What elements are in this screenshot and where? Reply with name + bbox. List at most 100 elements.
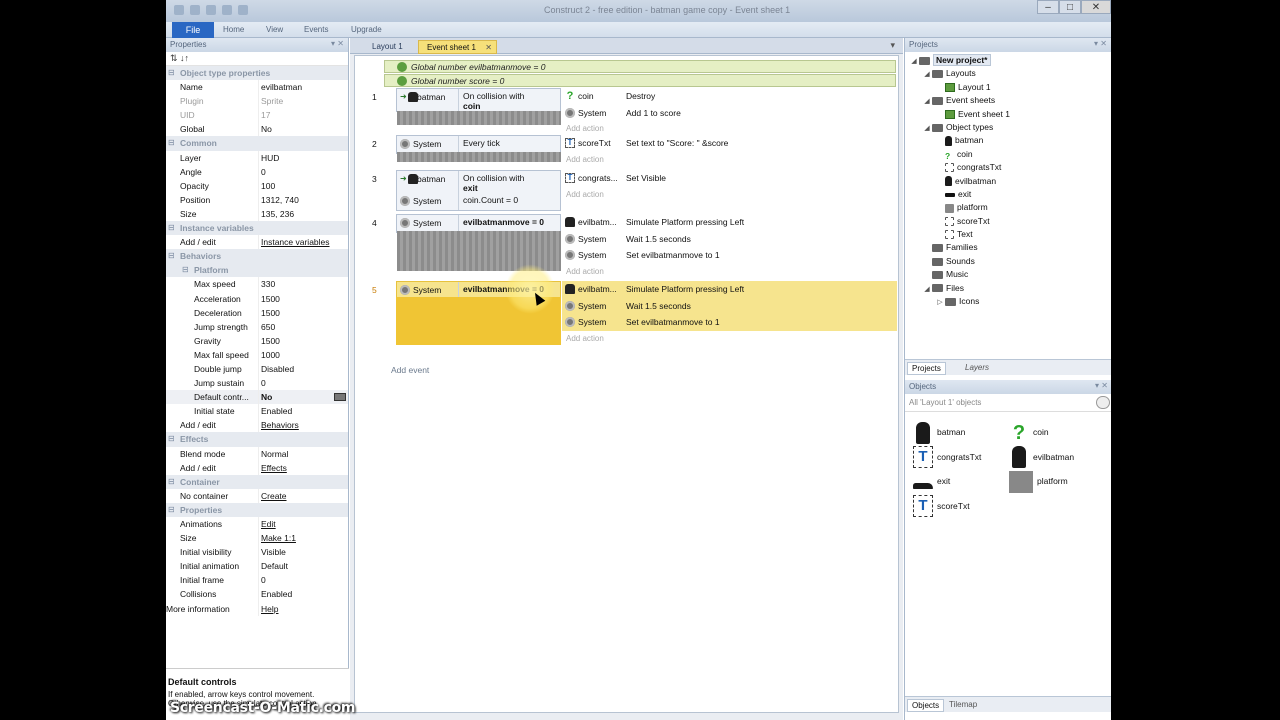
project-tree-item[interactable]: ◢ Layouts	[909, 67, 1109, 80]
action-row[interactable]: System Set evilbatmanmove to 1	[562, 314, 897, 331]
property-row[interactable]: ⊟ Effects	[166, 432, 348, 447]
property-row[interactable]: Double jump Disabled	[166, 361, 348, 377]
collapse-icon[interactable]: ⊟	[168, 249, 175, 263]
project-tree-item[interactable]: platform	[909, 201, 1109, 214]
property-link[interactable]: Effects	[258, 460, 348, 475]
condition-row[interactable]: System coin.Count = 0	[397, 193, 560, 210]
collapse-icon[interactable]: ⊟	[182, 263, 189, 277]
property-row[interactable]: Plugin Sprite	[166, 94, 348, 109]
object-item[interactable]: TcongratsTxt	[913, 446, 981, 469]
property-row[interactable]: ⊟ Behaviors	[166, 249, 348, 264]
project-tree-item[interactable]: ◢ New project*	[909, 54, 1109, 67]
property-row[interactable]: Angle 0	[166, 164, 348, 179]
add-action-link[interactable]: Add action	[562, 331, 897, 347]
expand-icon[interactable]: ◢	[922, 122, 932, 135]
condition-row[interactable]: System evilbatmanmove = 0	[397, 215, 560, 232]
object-item[interactable]: platform	[1009, 470, 1068, 493]
tab-tilemap[interactable]: Tilemap	[945, 699, 981, 710]
property-row[interactable]: Gravity 1500	[166, 333, 348, 348]
property-link[interactable]: Make 1:1	[258, 531, 348, 546]
condition-row[interactable]: ➜ batman On collision with coin	[397, 89, 560, 111]
property-row[interactable]: Add / edit Behaviors	[166, 418, 348, 433]
action-row[interactable]: Tcongrats... Set Visible	[562, 170, 897, 187]
property-row[interactable]: Jump strength 650	[166, 319, 348, 334]
tab-layers[interactable]: Layers	[961, 362, 993, 373]
property-row[interactable]: UID 17	[166, 108, 348, 123]
property-row[interactable]: Max speed 330	[166, 277, 348, 292]
property-row[interactable]: ⊟ Instance variables	[166, 221, 348, 236]
property-row[interactable]: Blend mode Normal	[166, 446, 348, 461]
tab-view[interactable]: View	[266, 25, 283, 34]
property-link[interactable]: Help	[258, 601, 348, 616]
property-row[interactable]: ⊟ Container	[166, 474, 348, 489]
action-row[interactable]: TscoreTxt Set text to "Score: " &score	[562, 135, 897, 152]
project-tree-item[interactable]: ? coin	[909, 148, 1109, 162]
property-row[interactable]: Initial frame 0	[166, 573, 348, 588]
property-row[interactable]: More information Help	[166, 601, 348, 616]
object-item[interactable]: exit	[913, 470, 950, 492]
expand-icon[interactable]: ◢	[922, 95, 932, 108]
file-tab[interactable]: File	[172, 22, 214, 38]
property-row[interactable]: Opacity 100	[166, 178, 348, 193]
tab-event-sheet-1[interactable]: Event sheet 1 ✕	[418, 40, 497, 54]
property-row[interactable]: Position 1312, 740	[166, 192, 348, 207]
property-row[interactable]: Max fall speed 1000	[166, 347, 348, 362]
property-row[interactable]: Initial animation Default	[166, 559, 348, 574]
condition-row[interactable]: System Every tick	[397, 136, 560, 153]
global-variable[interactable]: Global number evilbatmanmove = 0	[384, 60, 896, 73]
property-row[interactable]: ⊟ Platform	[166, 263, 348, 278]
property-link[interactable]: Create	[258, 488, 348, 503]
tab-layout-1[interactable]: Layout 1	[364, 40, 411, 54]
collapse-icon[interactable]: ⊟	[168, 432, 175, 446]
add-action-link[interactable]: Add action	[562, 152, 897, 168]
property-row[interactable]: Collisions Enabled	[166, 587, 348, 602]
action-row[interactable]: ? coin Destroy	[562, 88, 897, 105]
project-tree-item[interactable]: Layout 1	[909, 81, 1109, 94]
collapse-icon[interactable]: ⊟	[168, 136, 175, 150]
project-tree-item[interactable]: ◢ Event sheets	[909, 94, 1109, 107]
project-tree-item[interactable]: ◢ Object types	[909, 121, 1109, 134]
property-row[interactable]: Add / edit Effects	[166, 460, 348, 475]
action-row[interactable]: System Set evilbatmanmove to 1	[562, 247, 897, 264]
project-tree-item[interactable]: ▷ Icons	[909, 295, 1109, 308]
maximize-button[interactable]: □	[1059, 0, 1081, 14]
project-tree-item[interactable]: Families	[909, 241, 1109, 254]
expand-icon[interactable]: ◢	[922, 283, 932, 296]
action-row[interactable]: System Wait 1.5 seconds	[562, 297, 897, 314]
close-tab-icon[interactable]: ✕	[485, 43, 492, 52]
action-row[interactable]: System Wait 1.5 seconds	[562, 231, 897, 248]
property-row[interactable]: Layer HUD	[166, 150, 348, 165]
property-row[interactable]: Size 135, 236	[166, 206, 348, 222]
property-row[interactable]: Animations Edit	[166, 517, 348, 532]
property-row[interactable]: Global No	[166, 122, 348, 137]
project-tree-item[interactable]: Music	[909, 268, 1109, 281]
property-row[interactable]: Jump sustain 0	[166, 376, 348, 391]
tab-projects[interactable]: Projects	[907, 362, 946, 375]
property-row[interactable]: Deceleration 1500	[166, 305, 348, 320]
project-tree-item[interactable]: Text	[909, 228, 1109, 241]
property-row[interactable]: Size Make 1:1	[166, 531, 348, 546]
condition-row[interactable]: ➜ batman On collision with exit	[397, 171, 560, 193]
project-tree-item[interactable]: evilbatman	[909, 175, 1109, 188]
project-tree-item[interactable]: batman	[909, 134, 1109, 147]
close-button[interactable]: ✕	[1081, 0, 1111, 14]
project-tree-item[interactable]: exit	[909, 188, 1109, 201]
property-row[interactable]: Add / edit Instance variables	[166, 235, 348, 250]
tab-objects[interactable]: Objects	[907, 699, 945, 712]
collapse-icon[interactable]: ⊟	[168, 503, 175, 517]
object-item[interactable]: ? coin	[1009, 421, 1049, 444]
project-tree-item[interactable]: congratsTxt	[909, 161, 1109, 174]
tab-events[interactable]: Events	[304, 25, 328, 34]
expand-icon[interactable]: ◢	[922, 68, 932, 81]
object-item[interactable]: batman	[913, 421, 965, 444]
project-tree-item[interactable]: Event sheet 1	[909, 108, 1109, 121]
property-row[interactable]: Acceleration 1500	[166, 291, 348, 306]
collapse-icon[interactable]: ⊟	[168, 66, 175, 80]
add-action-link[interactable]: Add action	[562, 187, 897, 203]
global-variable[interactable]: Global number score = 0	[384, 74, 896, 87]
tab-upgrade[interactable]: Upgrade	[351, 25, 382, 34]
tabs-dropdown-icon[interactable]: ▾	[890, 40, 895, 51]
property-row[interactable]: ⊟ Properties	[166, 502, 348, 517]
expand-icon[interactable]: ▷	[935, 296, 945, 309]
refresh-icon[interactable]	[1096, 396, 1110, 409]
